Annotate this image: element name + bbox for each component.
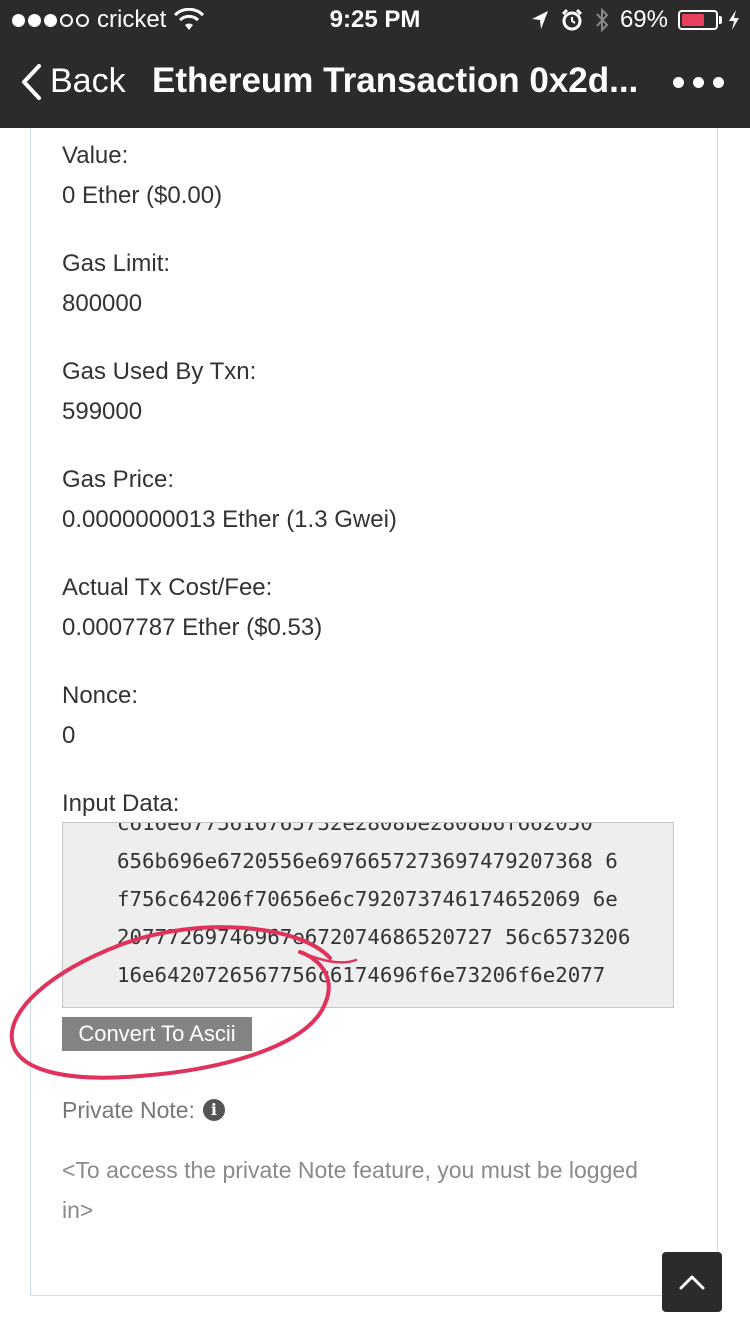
value-field: Value: 0 Ether ($0.00) — [62, 136, 222, 216]
chevron-left-icon — [22, 63, 41, 100]
field-value: 0 — [62, 722, 76, 749]
gas-price-field: Gas Price: 0.0000000013 Ether (1.3 Gwei) — [62, 460, 397, 540]
more-icon[interactable] — [673, 77, 724, 88]
alarm-icon — [561, 8, 583, 31]
status-right: 69% — [530, 6, 740, 34]
input-data-textarea[interactable]: c616e6775616765732e2808be2808b6f662050 6… — [62, 822, 674, 1008]
battery-fill — [682, 14, 705, 26]
login-required-message: <To access the private Note feature, you… — [62, 1157, 638, 1223]
back-label: Back — [50, 62, 126, 100]
input-data-line: 16e6420726567756c6174696f6e73206f6e2077 — [117, 963, 606, 987]
page-title: Ethereum Transaction 0x2d... — [152, 61, 639, 100]
back-button[interactable]: Back — [20, 62, 126, 101]
field-value: 0.0007787 Ether ($0.53) — [62, 614, 323, 641]
field-value: 599000 — [62, 398, 143, 425]
field-label: Actual Tx Cost/Fee: — [62, 574, 273, 601]
field-label: Gas Used By Txn: — [62, 358, 257, 385]
gas-used-field: Gas Used By Txn: 599000 — [62, 352, 256, 432]
convert-to-ascii-button[interactable]: Convert To Ascii — [62, 1017, 252, 1051]
location-arrow-icon — [531, 11, 548, 29]
field-value: 0.0000000013 Ether (1.3 Gwei) — [62, 506, 397, 533]
field-label: Nonce: — [62, 682, 139, 709]
field-label: Gas Limit: — [62, 250, 171, 277]
chevron-up-icon — [679, 1275, 705, 1290]
private-note-label: Private Note: — [62, 1096, 195, 1123]
input-data-label: Input Data: — [62, 790, 180, 817]
bluetooth-icon — [596, 7, 609, 33]
input-data-line: c616e6775616765732e2808be2808b6f662050 — [117, 822, 593, 835]
tx-fee-field: Actual Tx Cost/Fee: 0.0007787 Ether ($0.… — [62, 568, 322, 648]
nonce-field: Nonce: 0 — [62, 676, 138, 756]
field-value: 800000 — [62, 290, 143, 317]
navigation-bar: Back Ethereum Transaction 0x2d... — [0, 40, 750, 128]
charging-bolt-icon — [729, 10, 739, 30]
field-label: Gas Price: — [62, 466, 175, 493]
field-label: Value: — [62, 142, 129, 169]
input-data-line: f756c64206f70656e6c792073746174652069 6e — [117, 887, 618, 911]
scroll-to-top-button[interactable] — [662, 1252, 722, 1312]
field-value: 0 Ether ($0.00) — [62, 182, 223, 209]
private-note: Private Note: i — [62, 1092, 225, 1128]
gas-limit-field: Gas Limit: 800000 — [62, 244, 170, 324]
battery-icon — [678, 10, 722, 30]
battery-percent: 69% — [619, 6, 668, 33]
input-data-lines: c616e6775616765732e2808be2808b6f662050 6… — [117, 822, 631, 994]
status-bar: cricket 9:25 PM 69% — [0, 0, 750, 40]
input-data-field: Input Data: — [62, 784, 179, 824]
input-data-line: 20777269746967e672074686520727 56c657320… — [117, 925, 631, 949]
info-icon[interactable]: i — [202, 1099, 225, 1121]
input-data-line: 656b696e6720556e6976657273697479207368 6 — [117, 849, 618, 873]
